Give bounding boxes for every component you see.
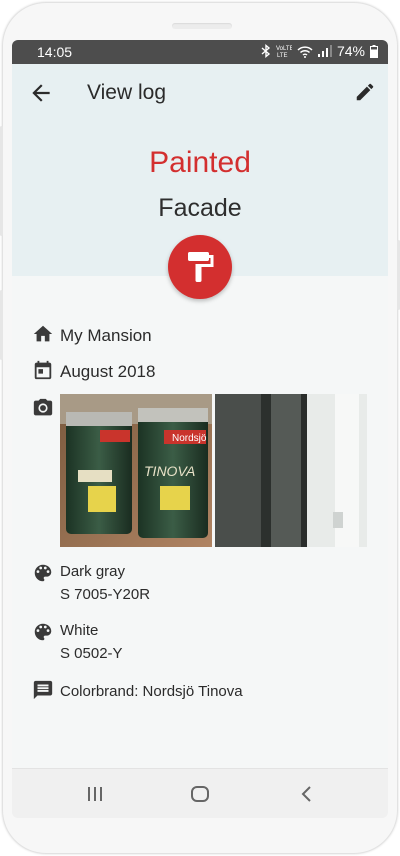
- recent-apps-icon: [88, 787, 102, 801]
- arrow-back-icon: [32, 84, 50, 102]
- home-icon: [191, 786, 209, 802]
- battery-icon: [370, 44, 378, 58]
- home-icon: [33, 325, 53, 342]
- status-icons: VoLTE LTE 74%: [261, 43, 378, 59]
- phone-volume-button: [0, 126, 3, 236]
- paint-cans-image: Nordsjö TINOVA: [60, 394, 212, 547]
- paint-cans-photo[interactable]: Nordsjö TINOVA: [60, 394, 212, 547]
- back-button[interactable]: [28, 80, 54, 106]
- page-title: View log: [87, 81, 166, 104]
- home-button[interactable]: [189, 783, 211, 805]
- recent-apps-button[interactable]: [84, 783, 106, 805]
- pencil-icon: [356, 83, 374, 101]
- paint-can-product: TINOVA: [144, 463, 195, 479]
- bluetooth-icon: [261, 44, 271, 58]
- battery-percent: 74%: [336, 43, 365, 59]
- signal-icon: [317, 45, 332, 57]
- log-date: August 2018: [60, 362, 156, 381]
- status-time: 14:05: [37, 44, 73, 60]
- log-note: Colorbrand: Nordsjö Tinova: [60, 683, 243, 700]
- svg-text:VoLTE: VoLTE: [276, 46, 292, 52]
- palette-icon: [34, 623, 52, 641]
- palette-icon: [34, 564, 52, 582]
- edit-button[interactable]: [354, 81, 378, 105]
- phone-speaker: [172, 23, 232, 29]
- property-name: My Mansion: [60, 326, 152, 345]
- svg-text:LTE: LTE: [277, 53, 288, 58]
- paint-roller-icon: [188, 252, 214, 282]
- color-name: Dark gray: [60, 563, 126, 580]
- volte-icon: VoLTE LTE: [276, 46, 292, 58]
- phone-bixby-button: [0, 290, 3, 360]
- color-entry: Dark gray S 7005-Y20R: [60, 560, 150, 606]
- facade-image: [215, 394, 367, 547]
- camera-icon: [33, 398, 53, 416]
- color-code: S 0502-Y: [60, 645, 123, 662]
- photo-gallery: Nordsjö TINOVA: [60, 394, 367, 547]
- calendar-icon: [34, 360, 52, 380]
- log-target: Facade: [158, 194, 242, 222]
- back-icon: [301, 786, 311, 802]
- wifi-icon: [297, 45, 313, 58]
- color-entry: White S 0502-Y: [60, 619, 123, 665]
- app-screen: 14:05 VoLTE LTE 74% View log Painted Fac…: [12, 40, 388, 818]
- log-action: Painted: [149, 146, 251, 179]
- category-badge: [168, 235, 232, 299]
- system-back-button[interactable]: [296, 783, 318, 805]
- status-bar: 14:05 VoLTE LTE 74%: [12, 40, 388, 64]
- comment-icon: [33, 680, 53, 700]
- facade-photo[interactable]: [215, 394, 367, 547]
- system-nav-bar: [12, 768, 388, 818]
- app-bar: View log: [12, 64, 388, 122]
- color-name: White: [60, 622, 99, 639]
- paint-can-brand: Nordsjö: [172, 433, 207, 444]
- color-code: S 7005-Y20R: [60, 586, 151, 603]
